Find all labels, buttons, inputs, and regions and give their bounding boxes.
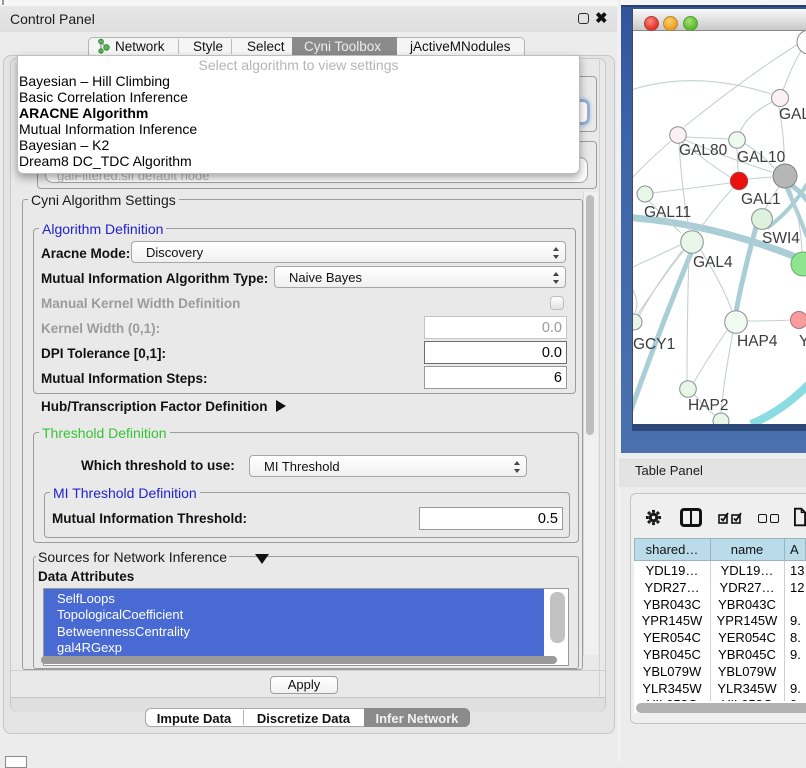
svg-text:GAL4: GAL4 (693, 254, 733, 271)
svg-text:Y: Y (799, 333, 806, 350)
svg-text:GAL10: GAL10 (737, 149, 786, 166)
svg-text:HAP2: HAP2 (688, 397, 729, 414)
svg-text:HAP4: HAP4 (737, 333, 778, 350)
svg-text:GAL1: GAL1 (741, 191, 781, 208)
svg-text:GCY1: GCY1 (633, 336, 675, 353)
svg-text:GAL80: GAL80 (679, 142, 728, 159)
svg-text:GAL11: GAL11 (644, 204, 691, 221)
svg-text:GAL: GAL (779, 106, 806, 123)
svg-text:SWI4: SWI4 (762, 230, 800, 247)
